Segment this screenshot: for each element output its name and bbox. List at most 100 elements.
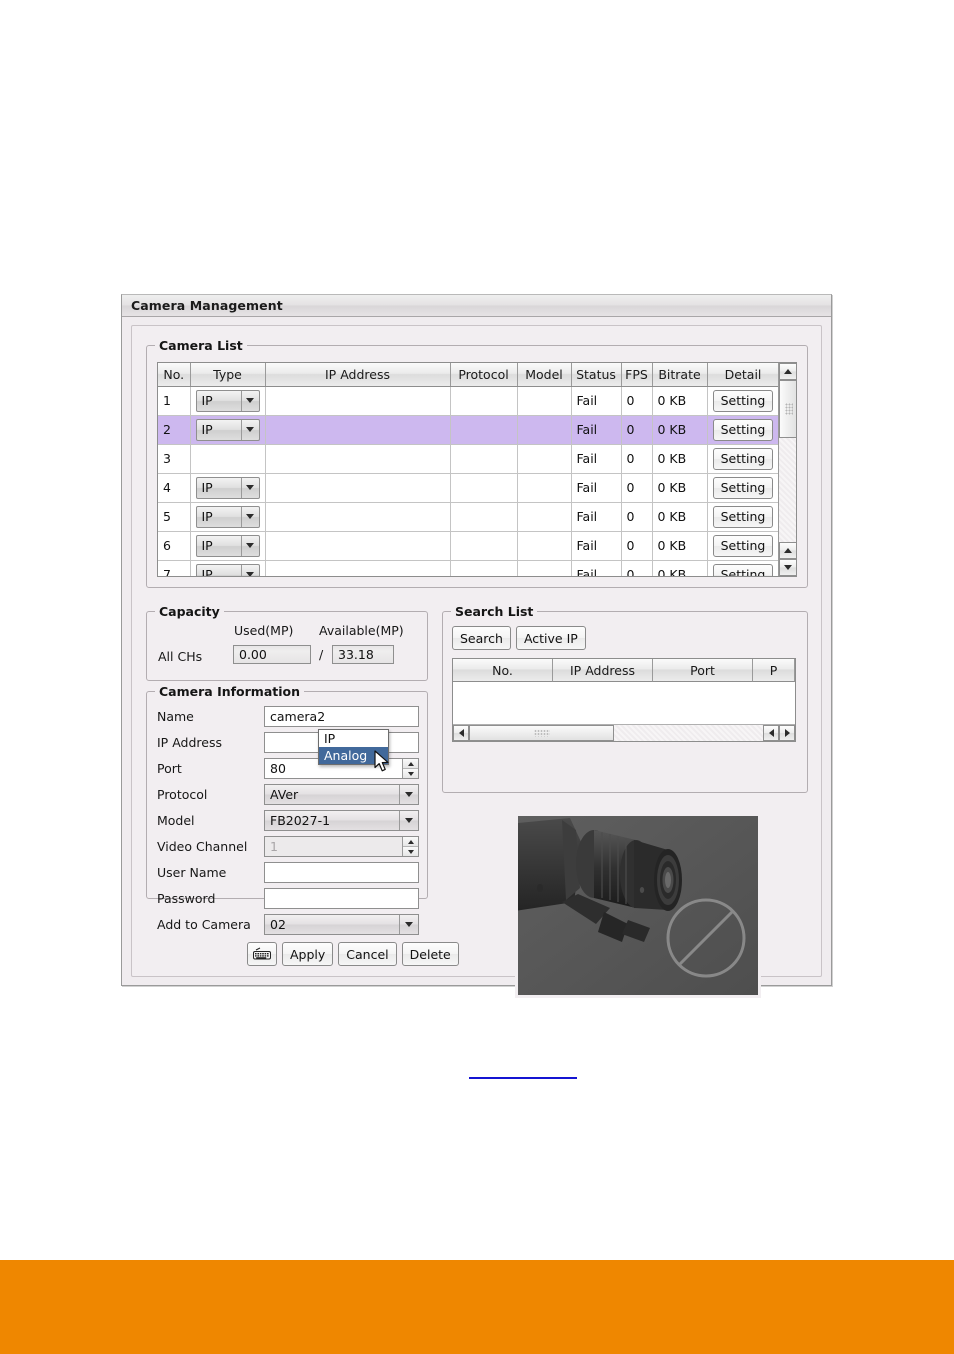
cell-ip[interactable] — [265, 560, 451, 576]
type-combo[interactable]: IP — [195, 505, 260, 528]
cell-detail[interactable]: Setting — [707, 560, 780, 576]
protocol-label: Protocol — [157, 787, 208, 802]
cancel-button[interactable]: Cancel — [338, 942, 397, 966]
column-header-protocol[interactable]: Protocol — [450, 363, 518, 387]
camera-information-group: Camera Information Name camera2 IP Addre… — [146, 684, 459, 966]
model-select[interactable]: FB2027-1 — [264, 810, 419, 831]
setting-button[interactable]: Setting — [712, 563, 774, 576]
table-row[interactable]: 5 IP Fail 0 0 KB Setting — [158, 502, 780, 532]
setting-button[interactable]: Setting — [712, 476, 774, 499]
column-header-ip[interactable]: IP Address — [265, 363, 451, 387]
cell-type[interactable]: IP — [190, 415, 266, 445]
cell-type[interactable] — [190, 444, 266, 474]
setting-button[interactable]: Setting — [712, 505, 774, 528]
setting-button[interactable]: Setting — [712, 447, 774, 470]
cell-ip[interactable] — [265, 444, 451, 474]
scroll-down-arrow-icon[interactable] — [779, 559, 796, 576]
chevron-down-icon[interactable] — [240, 506, 259, 527]
cell-ip[interactable] — [265, 473, 451, 503]
user-name-input[interactable] — [264, 862, 419, 883]
scroll-left-arrow-icon[interactable] — [453, 725, 469, 741]
scrollbar-thumb[interactable] — [779, 380, 796, 438]
keyboard-icon[interactable] — [247, 942, 277, 966]
active-ip-button[interactable]: Active IP — [515, 626, 586, 650]
search-column-header-p[interactable]: P — [753, 659, 795, 682]
table-row[interactable]: 1 IP Fail 0 0 KB Setting — [158, 386, 780, 416]
search-results-horizontal-scrollbar[interactable] — [453, 724, 795, 741]
apply-button[interactable]: Apply — [282, 942, 334, 966]
hscroll-thumb[interactable] — [469, 725, 614, 741]
chevron-down-icon[interactable] — [399, 915, 418, 934]
column-header-detail[interactable]: Detail — [707, 363, 780, 387]
cell-ip[interactable] — [265, 386, 451, 416]
spin-down-icon[interactable] — [403, 769, 418, 778]
cell-detail[interactable]: Setting — [707, 473, 780, 503]
column-header-fps[interactable]: FPS — [621, 363, 653, 387]
type-combo[interactable]: IP — [195, 418, 260, 441]
field-video-channel-row: Video Channel 1 — [157, 836, 419, 857]
cell-ip[interactable] — [265, 415, 451, 445]
camera-list-vertical-scrollbar[interactable] — [778, 363, 796, 576]
scroll-up-arrow-icon-bottom[interactable] — [779, 542, 796, 559]
cell-ip[interactable] — [265, 502, 451, 532]
scroll-left-arrow-icon-end[interactable] — [763, 725, 779, 741]
cell-type[interactable]: IP — [190, 531, 266, 561]
capacity-group: Capacity Used(MP) Available(MP) All CHs … — [146, 604, 428, 681]
search-button[interactable]: Search — [452, 626, 511, 650]
protocol-select[interactable]: AVer — [264, 784, 419, 805]
type-combo[interactable]: IP — [195, 534, 260, 557]
cell-type[interactable]: IP — [190, 502, 266, 532]
type-combo[interactable]: IP — [195, 563, 260, 576]
cell-type[interactable]: IP — [190, 473, 266, 503]
cell-detail[interactable]: Setting — [707, 531, 780, 561]
chevron-down-icon[interactable] — [240, 477, 259, 498]
setting-button[interactable]: Setting — [712, 389, 774, 412]
cell-detail[interactable]: Setting — [707, 444, 780, 474]
table-row[interactable]: 7 IP Fail 0 0 KB Setting — [158, 560, 780, 576]
delete-button[interactable]: Delete — [401, 942, 459, 966]
setting-button[interactable]: Setting — [712, 418, 774, 441]
add-to-camera-select[interactable]: 02 — [264, 914, 419, 935]
table-row[interactable]: 4 IP Fail 0 0 KB Setting — [158, 473, 780, 503]
column-header-bitrate[interactable]: Bitrate — [652, 363, 708, 387]
scroll-up-arrow-icon[interactable] — [779, 363, 796, 380]
table-row[interactable]: 2 IP Fail 0 0 KB Setting — [158, 415, 780, 445]
chevron-down-icon[interactable] — [240, 390, 259, 411]
column-header-status[interactable]: Status — [571, 363, 622, 387]
page-root: Camera Management Camera List No. Type I… — [0, 0, 954, 1354]
table-row[interactable]: 3 Fail 0 0 KB Setting — [158, 444, 780, 474]
table-row[interactable]: 6 IP Fail 0 0 KB Setting — [158, 531, 780, 561]
type-combo[interactable]: IP — [195, 476, 260, 499]
chevron-down-icon[interactable] — [240, 564, 259, 576]
available-header: Available(MP) — [319, 623, 404, 638]
dropdown-option-ip[interactable]: IP — [319, 730, 388, 747]
name-input[interactable]: camera2 — [264, 706, 419, 727]
search-column-header-no[interactable]: No. — [453, 659, 553, 682]
used-header: Used(MP) — [234, 623, 294, 638]
search-column-header-ip[interactable]: IP Address — [553, 659, 653, 682]
cell-ip[interactable] — [265, 531, 451, 561]
cell-type[interactable]: IP — [190, 386, 266, 416]
column-header-type[interactable]: Type — [190, 363, 266, 387]
chevron-down-icon[interactable] — [240, 535, 259, 556]
chevron-down-icon[interactable] — [399, 785, 418, 804]
cell-fps: 0 — [621, 473, 653, 503]
spin-up-icon[interactable] — [403, 759, 418, 769]
scroll-right-arrow-icon[interactable] — [779, 725, 795, 741]
chevron-down-icon[interactable] — [240, 419, 259, 440]
type-combo[interactable]: IP — [195, 389, 260, 412]
search-column-header-port[interactable]: Port — [653, 659, 753, 682]
cell-detail[interactable]: Setting — [707, 415, 780, 445]
setting-button[interactable]: Setting — [712, 534, 774, 557]
column-header-model[interactable]: Model — [517, 363, 572, 387]
column-header-no[interactable]: No. — [158, 363, 191, 387]
cell-detail[interactable]: Setting — [707, 386, 780, 416]
port-spin-buttons[interactable] — [402, 759, 418, 778]
scrollbar-track[interactable] — [779, 380, 796, 542]
hscroll-track[interactable] — [469, 725, 763, 741]
capacity-legend: Capacity — [155, 604, 224, 619]
password-input[interactable] — [264, 888, 419, 909]
chevron-down-icon[interactable] — [399, 811, 418, 830]
cell-type[interactable]: IP — [190, 560, 266, 576]
cell-detail[interactable]: Setting — [707, 502, 780, 532]
